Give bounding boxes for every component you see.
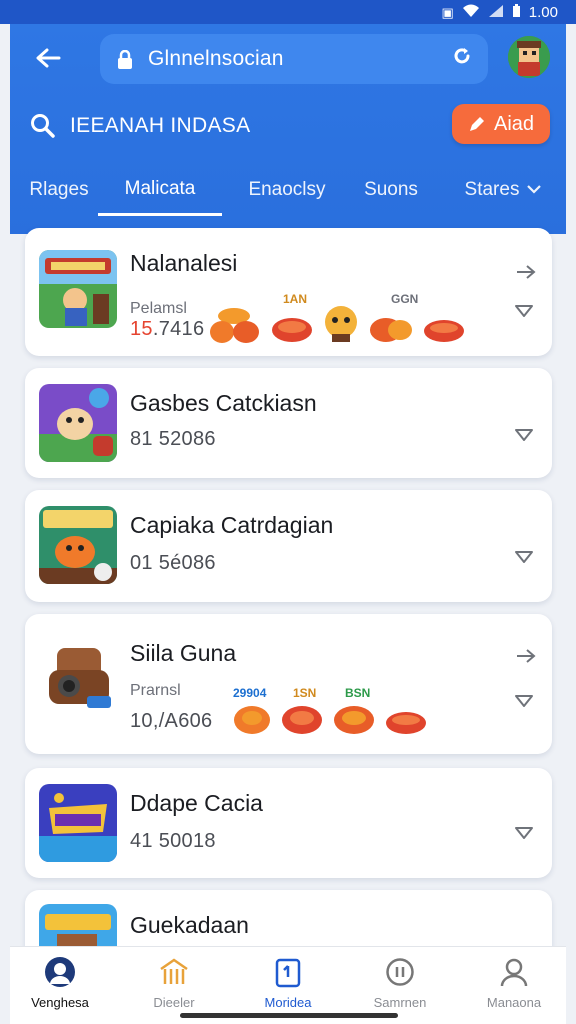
- game-value: 01 5é086: [130, 552, 216, 574]
- game-sub-label: Pelamsl: [130, 300, 187, 317]
- arrow-right-icon[interactable]: [516, 260, 536, 286]
- lock-icon: [116, 50, 134, 69]
- store-icon: [157, 955, 191, 989]
- coin-icon: [234, 706, 270, 734]
- chevron-down-icon: [527, 181, 542, 199]
- nav-item-manaona[interactable]: Manaona: [464, 955, 564, 1017]
- mascot-icon: [325, 306, 357, 342]
- game-title: Gasbes Catckiasn: [130, 390, 317, 416]
- tab-label: Rlages: [29, 179, 89, 200]
- url-bar[interactable]: Glnnelnsocian: [100, 34, 488, 84]
- coin-icon: [272, 318, 312, 342]
- sim-icon: ▣: [441, 4, 454, 20]
- pencil-icon: [469, 117, 484, 131]
- status-time: 1.00: [528, 3, 558, 21]
- tab-rlages[interactable]: Rlages: [16, 164, 102, 216]
- game-title: Siila Guna: [130, 640, 237, 666]
- coin-icon: [424, 320, 464, 342]
- reload-icon[interactable]: [452, 46, 472, 72]
- nav-label: Manaona: [486, 995, 542, 1010]
- wifi-icon: [462, 4, 480, 20]
- coin-row: [208, 304, 466, 344]
- value-rest: .7416: [152, 318, 205, 340]
- chevron-down-icon[interactable]: [514, 304, 534, 318]
- game-value: 81 52086: [130, 428, 216, 450]
- add-button-label: Aiad: [493, 112, 535, 135]
- game-list: Nalanalesi Pelamsl 15.7416 1AN GGN Gasbe…: [10, 216, 566, 982]
- chip-label: BSN: [345, 686, 371, 700]
- nav-item-moridea[interactable]: Moridea: [238, 955, 338, 1017]
- search-icon: [30, 113, 56, 139]
- game-value: 15.7416: [130, 318, 204, 341]
- nav-item-dieeler[interactable]: Dieeler: [124, 955, 224, 1017]
- arrow-right-icon[interactable]: [516, 644, 536, 670]
- tab-suons[interactable]: Suons: [350, 164, 432, 216]
- url-text: Glnnelnsocian: [148, 47, 284, 70]
- tab-bar: Rlages Malicata Enaoclsy Suons Stares: [10, 164, 566, 216]
- chevron-down-icon[interactable]: [514, 550, 534, 564]
- coin-icon: [282, 706, 322, 734]
- status-bar: ▣ 1.00: [0, 0, 576, 24]
- game-thumbnail: [39, 250, 117, 328]
- coin-row: [232, 704, 428, 736]
- tab-label: Enaoclsy: [248, 179, 326, 200]
- game-title: Ddape Cacia: [130, 790, 263, 816]
- game-sub-label: Prarnsl: [130, 682, 181, 699]
- clipboard-icon: [271, 955, 305, 989]
- tab-label: Suons: [364, 179, 418, 200]
- back-button[interactable]: [32, 42, 64, 74]
- nav-item-samrnen[interactable]: Samrnen: [350, 955, 450, 1017]
- chip-label: 1SN: [293, 686, 317, 700]
- add-button[interactable]: Aiad: [452, 104, 550, 144]
- coin-icon: [210, 308, 259, 343]
- chevron-down-icon[interactable]: [514, 428, 534, 442]
- nav-label: Samrnen: [373, 995, 427, 1010]
- game-title: Capiaka Catrdagian: [130, 512, 334, 538]
- battery-icon: [512, 4, 521, 20]
- avatar[interactable]: [508, 36, 550, 78]
- pause-icon: [383, 955, 417, 989]
- game-thumbnail: [39, 784, 117, 862]
- game-value: 10,/A606: [130, 710, 213, 732]
- profile-icon: [497, 955, 531, 989]
- coin-icon: [334, 706, 374, 734]
- game-thumbnail: [39, 384, 117, 462]
- back-arrow-icon: [36, 48, 61, 68]
- app-header: Glnnelnsocian IEEANAH INDASA Aiad Rlages…: [10, 24, 566, 234]
- coin-icon: [370, 318, 412, 342]
- nav-label: Venghesa: [31, 995, 89, 1010]
- list-item[interactable]: Capiaka Catrdagian 01 5é086: [25, 490, 552, 602]
- list-item[interactable]: Siila Guna Prarnsl 10,/A606 29904 1SN BS…: [25, 614, 552, 754]
- chip-label: 29904: [233, 686, 267, 700]
- home-icon: [43, 955, 77, 989]
- signal-icon: [488, 4, 504, 20]
- game-thumbnail: [39, 640, 117, 718]
- list-item[interactable]: Ddape Cacia 41 50018: [25, 768, 552, 878]
- list-item[interactable]: Nalanalesi Pelamsl 15.7416 1AN GGN: [25, 228, 552, 356]
- nav-item-venghesa[interactable]: Venghesa: [10, 955, 110, 1017]
- value-highlight: 15: [130, 318, 153, 340]
- game-thumbnail: [39, 506, 117, 584]
- tab-label: Malicata: [124, 177, 196, 199]
- chevron-down-icon[interactable]: [514, 694, 534, 708]
- tab-malicata[interactable]: Malicata: [98, 164, 222, 216]
- game-title: Nalanalesi: [130, 250, 238, 276]
- home-indicator[interactable]: [180, 1013, 398, 1018]
- tab-stares[interactable]: Stares: [450, 164, 556, 216]
- nav-label: Dieeler: [153, 995, 195, 1010]
- nav-label: Moridea: [264, 995, 312, 1010]
- app-screen: ▣ 1.00 Glnnelnsocian IEEANAH INDASA Aiad…: [0, 0, 576, 1024]
- game-value: 41 50018: [130, 830, 216, 852]
- tab-enaoclsy[interactable]: Enaoclsy: [228, 164, 346, 216]
- tab-label: Stares: [464, 179, 520, 200]
- list-item[interactable]: Gasbes Catckiasn 81 52086: [25, 368, 552, 478]
- coin-icon: [386, 712, 426, 734]
- chevron-down-icon[interactable]: [514, 826, 534, 840]
- game-title: Guekadaan: [130, 912, 249, 938]
